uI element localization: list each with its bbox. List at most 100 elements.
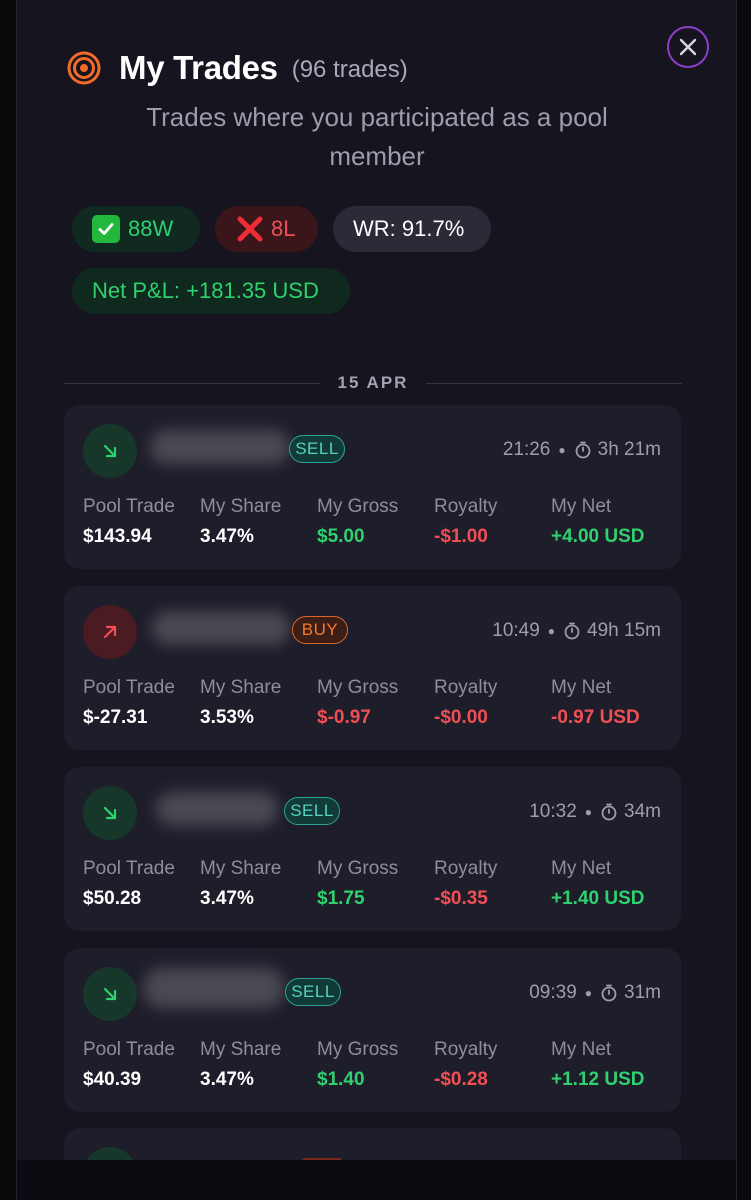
trade-time: 10:32: [529, 801, 577, 822]
my-net-column: My Net +4.00 USD: [551, 495, 644, 549]
my-net-value: +1.12 USD: [551, 1069, 645, 1090]
buy-direction-indicator: [83, 605, 137, 659]
royalty-column: Royalty -$0.28: [434, 1038, 497, 1092]
arrow-down-right-icon: [103, 806, 117, 820]
my-share-value: 3.53%: [200, 707, 254, 728]
trade-duration: 3h 21m: [597, 439, 661, 460]
trade-duration: 31m: [624, 982, 661, 1003]
pool-trade-label: Pool Trade: [83, 1039, 175, 1060]
token-name-redacted: [156, 792, 278, 826]
my-share-label: My Share: [200, 677, 282, 698]
my-gross-column: My Gross $-0.97: [317, 676, 398, 730]
my-net-label: My Net: [551, 677, 612, 698]
sell-direction-indicator: [83, 786, 137, 840]
my-gross-value: $-0.97: [317, 707, 371, 728]
sell-direction-indicator: [83, 967, 137, 1021]
trade-card[interactable]: BUY 10:49 ● 49h 15m Pool Trade $-27.31 M…: [64, 586, 681, 750]
my-share-value: 3.47%: [200, 526, 254, 547]
win-rate: WR: 91.7%: [353, 216, 465, 241]
trade-meta: 09:39 ● 31m: [529, 980, 661, 1006]
trade-meta: 21:26 ● 3h 21m: [503, 437, 661, 463]
pool-trade-column: Pool Trade $50.28: [83, 857, 175, 911]
close-button[interactable]: [667, 26, 709, 68]
trade-meta: 10:49 ● 49h 15m: [492, 618, 661, 644]
my-net-value: +4.00 USD: [551, 526, 645, 547]
my-share-column: My Share 3.53%: [200, 676, 281, 730]
cross-icon: [235, 215, 265, 243]
token-name-redacted: [152, 611, 290, 645]
pool-trade-column: Pool Trade $40.39: [83, 1038, 175, 1092]
side-badge: SELL: [284, 797, 340, 825]
royalty-column: Royalty -$0.00: [434, 676, 497, 730]
stopwatch-icon: [601, 984, 617, 1002]
my-gross-column: My Gross $1.75: [317, 857, 398, 911]
my-share-column: My Share 3.47%: [200, 857, 281, 911]
page-title: My Trades: [119, 49, 278, 86]
side-badge: SELL: [285, 978, 341, 1006]
win-rate-badge: WR: 91.7%: [333, 206, 491, 252]
net-pnl: Net P&L: +181.35 USD: [92, 278, 319, 303]
stopwatch-icon: [601, 803, 617, 821]
my-share-label: My Share: [200, 496, 282, 517]
my-gross-value: $1.75: [317, 888, 365, 909]
royalty-value: -$0.00: [434, 707, 488, 728]
trade-duration: 34m: [624, 801, 661, 822]
divider-line-left: [64, 382, 320, 384]
check-icon: [92, 215, 120, 243]
trade-card[interactable]: SELL 10:32 ● 34m Pool Trade $50.28 My Sh…: [64, 767, 681, 931]
pool-trade-value: $-27.31: [83, 707, 148, 728]
my-share-column: My Share 3.47%: [200, 1038, 281, 1092]
token-name-redacted: [150, 430, 290, 464]
pool-trade-value: $143.94: [83, 526, 152, 547]
trade-count: (96 trades): [291, 56, 408, 83]
royalty-column: Royalty -$1.00: [434, 495, 497, 549]
arrow-up-right-icon: [103, 625, 117, 639]
my-share-label: My Share: [200, 858, 282, 879]
pool-trade-value: $40.39: [83, 1069, 142, 1090]
my-gross-label: My Gross: [317, 1039, 399, 1060]
header: My Trades (96 trades): [67, 44, 408, 92]
pool-trade-label: Pool Trade: [83, 677, 175, 698]
my-gross-label: My Gross: [317, 858, 399, 879]
losses-badge: 8L: [215, 206, 318, 252]
royalty-value: -$1.00: [434, 526, 488, 547]
royalty-label: Royalty: [434, 1039, 498, 1060]
side-badge: BUY: [292, 616, 348, 644]
royalty-column: Royalty -$0.35: [434, 857, 497, 911]
trade-meta: 10:32 ● 34m: [529, 799, 661, 825]
losses-count: 8L: [271, 216, 296, 241]
side-badge: SELL: [289, 435, 345, 463]
my-share-value: 3.47%: [200, 1069, 254, 1090]
divider-line-right: [426, 382, 682, 384]
target-icon: [67, 51, 101, 85]
trade-duration: 49h 15m: [587, 620, 661, 641]
my-gross-label: My Gross: [317, 496, 399, 517]
royalty-label: Royalty: [434, 677, 498, 698]
arrow-down-right-icon: [103, 987, 117, 1001]
my-share-value: 3.47%: [200, 888, 254, 909]
royalty-label: Royalty: [434, 496, 498, 517]
trade-time: 21:26: [502, 439, 551, 460]
pool-trade-column: Pool Trade $143.94: [83, 495, 175, 549]
my-share-column: My Share 3.47%: [200, 495, 281, 549]
stopwatch-icon: [564, 622, 580, 640]
trade-card[interactable]: SELL 21:26 ● 3h 21m Pool Trade $143.94 M…: [64, 405, 681, 569]
close-icon: [679, 38, 697, 56]
my-net-label: My Net: [551, 1039, 612, 1060]
token-name-redacted: [144, 968, 284, 1008]
trade-time: 10:49: [492, 620, 540, 641]
my-net-column: My Net -0.97 USD: [551, 676, 640, 730]
separator-dot: ●: [584, 805, 593, 819]
scroll-fade: [17, 1160, 736, 1200]
pool-trade-column: Pool Trade $-27.31: [83, 676, 175, 730]
pool-trade-label: Pool Trade: [83, 858, 175, 879]
royalty-value: -$0.28: [434, 1069, 488, 1090]
my-gross-column: My Gross $5.00: [317, 495, 398, 549]
separator-dot: ●: [558, 443, 566, 457]
trade-card[interactable]: SELL 09:39 ● 31m Pool Trade $40.39 My Sh…: [64, 948, 681, 1112]
separator-dot: ●: [547, 624, 556, 638]
date-divider: 15 APR: [64, 370, 682, 396]
pool-trade-value: $50.28: [83, 888, 142, 909]
separator-dot: ●: [584, 986, 593, 1000]
date-group-label: 15 APR: [337, 373, 409, 392]
